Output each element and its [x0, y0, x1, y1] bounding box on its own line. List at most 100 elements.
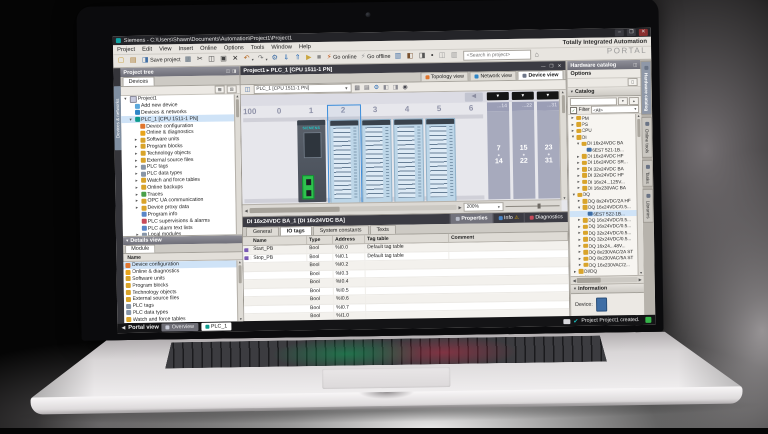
cell-name[interactable] — [252, 283, 308, 284]
expand-arrow-icon[interactable] — [571, 192, 576, 198]
scroll-left-icon[interactable]: ◀ — [573, 278, 576, 283]
open-project-icon[interactable]: ▤ — [128, 56, 139, 66]
cell-comment[interactable] — [450, 304, 569, 306]
tree-view-options-icon[interactable]: ▦ — [215, 85, 225, 93]
expand-arrow-icon[interactable] — [577, 249, 582, 255]
menu-item[interactable]: Help — [299, 44, 311, 50]
expand-arrow-icon[interactable] — [577, 256, 582, 262]
expand-arrow-icon[interactable] — [135, 232, 140, 237]
collapsed-slot-group[interactable]: ...31 23 31 — [537, 91, 561, 198]
paste-icon[interactable]: ▣ — [219, 54, 230, 64]
expand-arrow-icon[interactable] — [134, 157, 139, 163]
expand-arrow-icon[interactable] — [576, 153, 581, 159]
filter-checkbox[interactable] — [570, 106, 577, 113]
cell-tag-table[interactable] — [366, 272, 450, 273]
chevron-down-icon[interactable]: ▾ — [126, 238, 128, 244]
profile-dropdown[interactable]: <All>▼ — [591, 105, 639, 114]
scroll-thumb[interactable] — [637, 119, 640, 137]
inspector-tab[interactable]: Diagnostics — [524, 212, 568, 223]
expand-arrow-icon[interactable] — [577, 230, 582, 236]
stop-cpu-icon[interactable]: ■ — [315, 53, 324, 63]
cell-name[interactable] — [252, 291, 308, 292]
go-offline-button[interactable]: ⚡Go offline — [359, 52, 392, 63]
cell-comment[interactable] — [450, 279, 569, 281]
cell-tag-table[interactable] — [366, 306, 450, 307]
cell-name[interactable] — [252, 317, 308, 318]
cell-address[interactable]: %I0.0 — [333, 244, 365, 252]
editor-close-icon[interactable]: ✕ — [557, 63, 563, 69]
cell-type[interactable]: Bool — [308, 270, 334, 278]
cell-name[interactable]: Start_PB — [251, 245, 307, 253]
cpu-module[interactable]: SIEMENS — [297, 120, 326, 202]
cell-comment[interactable] — [450, 313, 569, 315]
menu-item[interactable]: Window — [271, 44, 292, 50]
expand-arrow-icon[interactable] — [577, 243, 582, 249]
pin-panel-icon[interactable]: ◫ — [226, 68, 230, 74]
cell-name[interactable] — [252, 274, 308, 275]
start-simulation-icon[interactable]: ◨ — [417, 51, 428, 61]
canvas-horizontal-scrollbar[interactable] — [250, 205, 457, 213]
column-header[interactable]: Name — [251, 236, 307, 245]
cell-comment[interactable] — [449, 253, 568, 255]
expand-arrow-icon[interactable] — [577, 224, 582, 230]
cell-type[interactable]: Bool — [308, 287, 334, 295]
io-module-slot2[interactable] — [329, 119, 360, 203]
cell-address[interactable]: %I0.5 — [334, 287, 366, 295]
expand-arrow-icon[interactable] — [570, 122, 575, 128]
cell-comment[interactable] — [450, 296, 569, 298]
download-to-device-icon[interactable]: ⇓ — [282, 53, 293, 63]
slot-number[interactable]: 5 — [423, 104, 455, 114]
expand-arrow-icon[interactable] — [134, 144, 139, 150]
cross-references-icon[interactable]: ▪ — [429, 51, 436, 61]
expand-slot-group-button[interactable] — [487, 92, 509, 100]
inspector-subtab[interactable]: System constants — [313, 225, 369, 235]
scroll-left-icon[interactable]: ◀ — [245, 208, 248, 213]
cell-type[interactable]: Bool — [307, 253, 333, 261]
expand-arrow-icon[interactable] — [576, 198, 581, 204]
new-project-icon[interactable]: ▢ — [116, 56, 127, 66]
zoom-slider[interactable] — [506, 202, 560, 210]
cell-address[interactable]: %I0.2 — [333, 261, 365, 269]
zoom-area-icon[interactable]: ◉ — [401, 83, 408, 91]
expand-arrow-icon[interactable] — [128, 117, 133, 123]
cell-type[interactable]: Bool — [307, 245, 333, 253]
cell-tag-table[interactable] — [365, 264, 449, 265]
collapsed-slot-group[interactable]: ...14 7 14 — [487, 92, 511, 199]
cell-comment[interactable] — [450, 270, 569, 272]
io-module-slot3[interactable] — [361, 119, 392, 203]
collapsed-slot-group[interactable]: ...22 15 22 — [512, 92, 536, 199]
device-select-dropdown[interactable]: PLC_1 [CPU 1511-1 PN]▼ — [253, 83, 351, 94]
editor-minimize-icon[interactable]: — — [540, 63, 547, 68]
column-header[interactable]: Type — [307, 236, 333, 244]
scroll-up-icon[interactable]: ▲ — [637, 114, 641, 118]
cell-tag-table[interactable] — [366, 298, 450, 299]
menu-item[interactable]: Tools — [251, 44, 265, 50]
tab-module[interactable]: Module — [125, 245, 155, 253]
view-tab[interactable]: Topology view — [420, 72, 469, 82]
cell-comment[interactable] — [450, 287, 569, 289]
online-diagnostics-icon[interactable]: ▥ — [393, 52, 404, 62]
pin-panel-icon[interactable]: ◫ — [633, 61, 637, 67]
inspector-tab[interactable]: Info — [492, 213, 523, 223]
side-tab[interactable]: Hardware catalog — [640, 61, 652, 115]
cell-comment[interactable] — [449, 262, 568, 264]
slot-number[interactable]: 1 — [295, 106, 327, 116]
copy-icon[interactable]: ◫ — [207, 55, 218, 65]
expand-arrow-icon[interactable] — [134, 191, 139, 197]
inspector-tab[interactable]: Properties — [450, 213, 493, 224]
grid-icon[interactable]: ▦ — [353, 84, 361, 92]
cell-name[interactable]: Stop_PB — [251, 254, 307, 262]
split-editor-horizontal-icon[interactable]: ◫ — [437, 51, 448, 61]
minimize-button[interactable] — [615, 29, 624, 36]
scroll-thumb[interactable] — [250, 207, 340, 213]
scroll-slots-left-button[interactable]: ◀ — [465, 92, 483, 101]
cell-name[interactable] — [252, 308, 308, 309]
scroll-up-icon[interactable]: ▲ — [561, 90, 565, 94]
expand-arrow-icon[interactable] — [570, 115, 575, 121]
expand-arrow-icon[interactable] — [134, 205, 139, 211]
expand-slot-group-button[interactable] — [512, 92, 534, 100]
delete-icon[interactable]: ✕ — [231, 54, 242, 64]
split-editor-vertical-icon[interactable]: ▥ — [449, 51, 460, 61]
scroll-down-icon[interactable]: ▼ — [563, 196, 567, 200]
collapse-panel-icon[interactable]: ◨ — [232, 68, 236, 74]
